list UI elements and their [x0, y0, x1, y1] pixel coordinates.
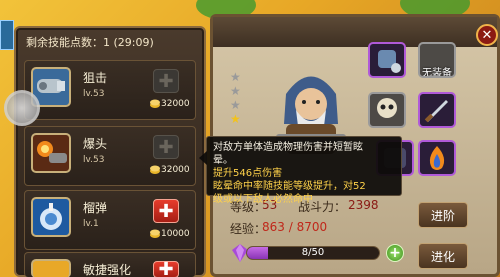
grenade-icon: [31, 197, 71, 237]
skill-name: 狙击: [83, 71, 108, 85]
equipment-slot-sword[interactable]: [418, 92, 456, 128]
skill-row-grenade[interactable]: 榴弹 lv.1 ✚ 10000: [24, 190, 196, 250]
coin-icon: [150, 229, 160, 238]
tooltip-description: 晕。: [213, 155, 233, 166]
upgrade-skill-button[interactable]: ✚: [153, 259, 179, 277]
equipment-slot-skull[interactable]: [368, 92, 406, 128]
tooltip-stun-note: 级或以下敌人必然命中: [213, 194, 313, 205]
virtual-joystick[interactable]: [4, 90, 40, 126]
skill-cost: 10000: [161, 229, 190, 239]
add-shards-button[interactable]: +: [386, 244, 404, 262]
tooltip-stun-note: 眩晕命中率随技能等级提升，对52: [213, 181, 366, 192]
skill-level: lv.53: [83, 89, 105, 99]
skill-cost: 32000: [161, 165, 190, 175]
skill-row-agility[interactable]: 敏捷强化 ✚: [24, 252, 196, 277]
side-tab[interactable]: [0, 20, 14, 50]
equipment-slot-empty[interactable]: 无装备: [418, 42, 456, 78]
tooltip-description: 对敌方单体造成物理伤害并短暂眩: [213, 142, 363, 153]
equipment-slot-helmet[interactable]: [368, 42, 406, 78]
star-icon: ★: [230, 70, 241, 84]
equipment-slot-flame[interactable]: [418, 140, 456, 176]
upgrade-skill-button[interactable]: ✚: [153, 135, 179, 159]
skill-level: lv.1: [83, 219, 99, 229]
skull-icon: [377, 98, 397, 118]
shard-progress-bar: 8/50: [246, 246, 380, 260]
evolve-button[interactable]: 进化: [418, 243, 468, 269]
sword-icon: [424, 100, 448, 123]
helmet-icon: [378, 50, 401, 73]
skill-name: 榴弹: [83, 201, 108, 215]
advance-button[interactable]: 进阶: [418, 202, 468, 228]
flame-icon: [429, 146, 445, 170]
headshot-blast-icon: [31, 133, 71, 173]
star-icon: ★: [230, 98, 241, 112]
upgrade-skill-button[interactable]: ✚: [153, 199, 179, 223]
close-icon[interactable]: ✕: [476, 24, 498, 46]
coin-icon: [150, 99, 160, 108]
skill-row-headshot[interactable]: 爆头 lv.53 ✚ 32000: [24, 126, 196, 186]
tooltip-damage-bonus: 提升546点伤害: [213, 168, 283, 179]
exp-label: 经验：: [230, 222, 267, 236]
skill-row-sniper[interactable]: 狙击 lv.53 ✚ 32000: [24, 60, 196, 120]
star-icon: ★: [230, 112, 241, 126]
exp-value: 863 / 8700: [262, 220, 328, 234]
upgrade-skill-button[interactable]: ✚: [153, 69, 179, 93]
shard-progress-text: 8/50: [301, 247, 325, 258]
coin-icon: [150, 165, 160, 174]
skill-name: 敏捷强化: [83, 263, 132, 277]
star-icon: ★: [230, 84, 241, 98]
no-equipment-label: 无装备: [422, 68, 452, 78]
skill-level: lv.53: [83, 155, 105, 165]
skill-tooltip: 对敌方单体造成物理伤害并短暂眩 晕。 提升546点伤害 眩晕命中率随技能等级提升…: [199, 136, 402, 205]
skill-points-text: 剩余技能点数：: [26, 36, 103, 49]
agility-icon: [31, 259, 71, 277]
skill-name: 爆头: [83, 137, 108, 151]
skill-points-label: 剩余技能点数：1 (29:09): [26, 34, 154, 50]
skill-points-value: 1 (29:09): [103, 36, 154, 49]
skill-cost: 32000: [161, 99, 190, 109]
tooltip-arrow: [199, 151, 207, 165]
